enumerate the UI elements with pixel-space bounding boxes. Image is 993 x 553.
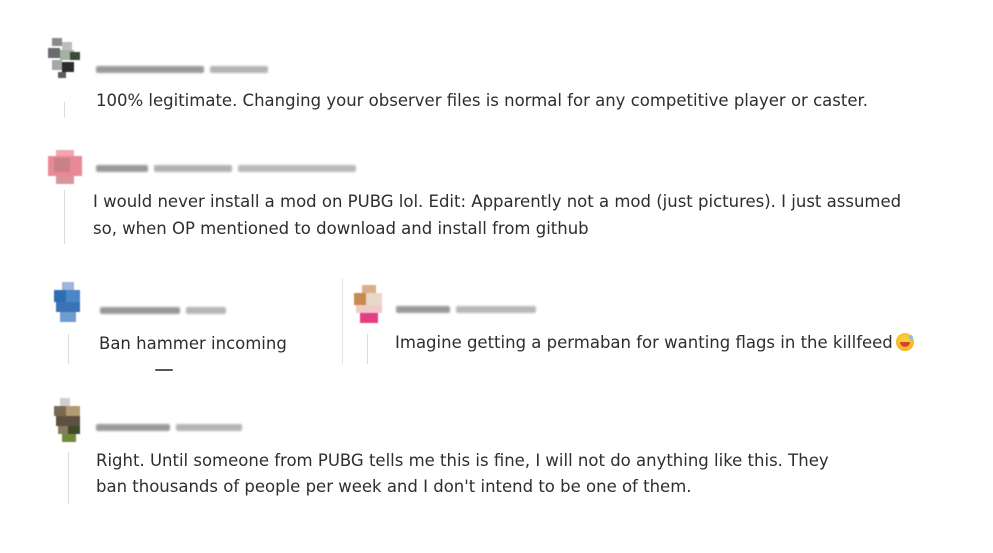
avatar[interactable]	[52, 282, 84, 324]
avatar[interactable]	[354, 285, 384, 325]
thread-line[interactable]	[64, 102, 65, 118]
comment-text: 100% legitimate. Changing your observer …	[96, 91, 868, 110]
comment-text-line-2: ban thousands of people per week and I d…	[96, 477, 692, 496]
comment-text-line-1: I would never install a mod on PUBG lol.…	[93, 192, 902, 211]
comment-text: Ban hammer incoming	[99, 334, 287, 353]
smiling-face-with-sweat-icon	[895, 333, 914, 351]
comment-text-line-2: so, when OP mentioned to download and in…	[93, 219, 589, 238]
avatar[interactable]	[48, 38, 82, 78]
username-and-timestamp[interactable]	[96, 420, 242, 434]
thread-line[interactable]	[64, 190, 65, 244]
comment-text-content: Imagine getting a permaban for wanting f…	[395, 333, 893, 352]
comment-text: Imagine getting a permaban for wanting f…	[395, 329, 914, 356]
username-and-timestamp[interactable]	[100, 303, 226, 317]
username-and-timestamp[interactable]	[396, 302, 536, 316]
avatar[interactable]	[48, 150, 82, 186]
avatar[interactable]	[54, 398, 82, 444]
thread-line[interactable]	[367, 334, 368, 364]
username-and-timestamp[interactable]	[96, 62, 268, 76]
username-and-timestamp[interactable]	[96, 161, 356, 175]
thread-line[interactable]	[68, 334, 69, 364]
collapsed-reply-indicator[interactable]	[155, 369, 173, 371]
comment-text-line-1: Right. Until someone from PUBG tells me …	[96, 451, 829, 470]
column-divider	[342, 278, 343, 364]
thread-line[interactable]	[68, 452, 69, 504]
